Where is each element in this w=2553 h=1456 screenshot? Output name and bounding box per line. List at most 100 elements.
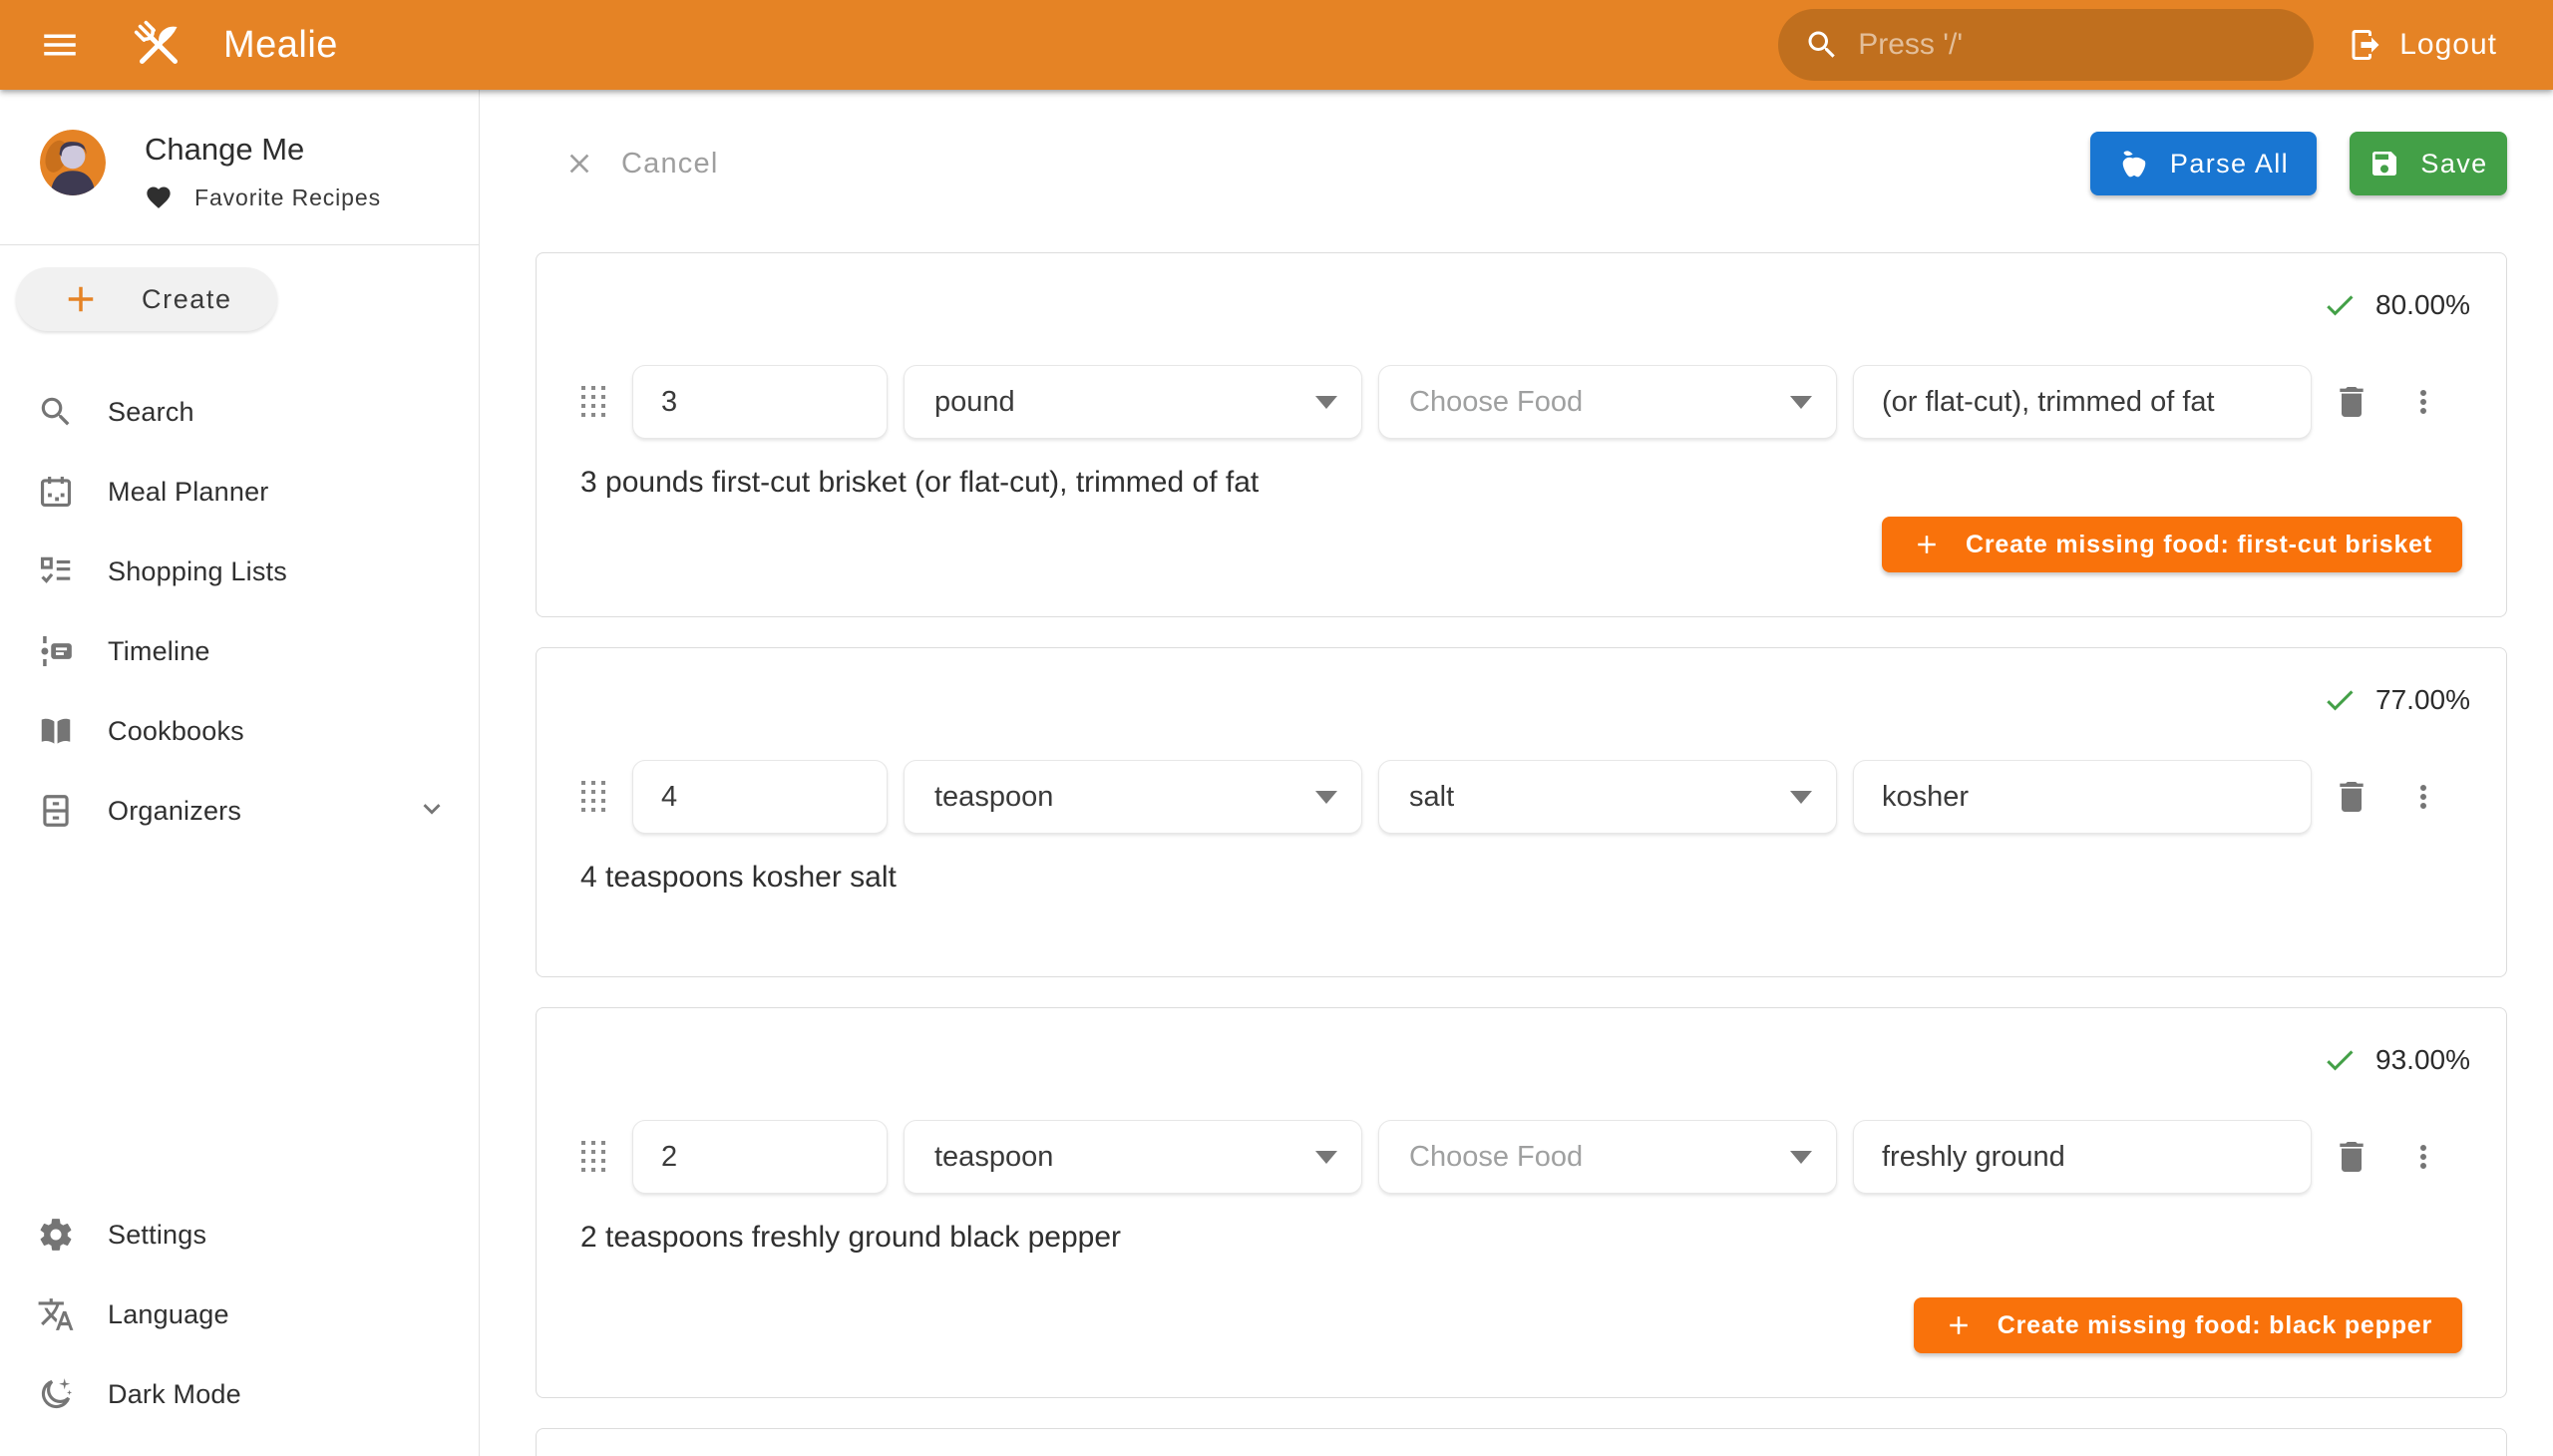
amount-input[interactable] xyxy=(632,365,888,439)
sidebar-item-settings[interactable]: Settings xyxy=(0,1195,479,1274)
food-placeholder: Choose Food xyxy=(1409,1141,1790,1174)
drag-handle-icon[interactable] xyxy=(580,385,606,419)
heart-icon xyxy=(145,183,173,211)
delete-button[interactable] xyxy=(2332,777,2371,817)
sidebar-item-label: Search xyxy=(108,397,194,428)
search-input[interactable]: Press '/' xyxy=(1778,9,2314,81)
drag-handle-icon[interactable] xyxy=(580,1140,606,1174)
search-placeholder: Press '/' xyxy=(1858,28,1963,62)
unit-select[interactable]: teaspoon xyxy=(904,760,1362,834)
sidebar-item-cookbooks[interactable]: Cookbooks xyxy=(0,691,479,771)
plus-icon xyxy=(1944,1310,1974,1340)
avatar xyxy=(40,130,106,195)
sidebar-item-meal-planner[interactable]: Meal Planner xyxy=(0,452,479,532)
ingredient-card: 93.00% teaspoon Choose Food xyxy=(536,1007,2507,1398)
parse-all-button[interactable]: Parse All xyxy=(2090,132,2317,195)
ingredient-card: 80.00% pound Choose Food xyxy=(536,252,2507,617)
save-label: Save xyxy=(2420,149,2487,180)
confidence-value: 93.00% xyxy=(2375,1044,2470,1076)
favorites-label: Favorite Recipes xyxy=(194,184,381,211)
create-missing-food-label: Create missing food: first-cut brisket xyxy=(1966,531,2432,559)
cancel-button[interactable]: Cancel xyxy=(563,148,718,181)
parser-toolbar: Cancel Parse All Save xyxy=(480,132,2553,195)
ingredient-list: 80.00% pound Choose Food xyxy=(536,252,2507,1456)
caret-down-icon xyxy=(1790,791,1812,804)
kebab-icon xyxy=(2405,779,2441,815)
create-button[interactable]: Create xyxy=(16,267,277,331)
sidebar-item-label: Meal Planner xyxy=(108,477,269,508)
caret-down-icon xyxy=(1315,396,1337,409)
sidebar-item-organizers[interactable]: Organizers xyxy=(0,771,479,851)
sidebar-item-label: Organizers xyxy=(108,796,241,827)
user-block[interactable]: Change Me Favorite Recipes xyxy=(0,90,479,211)
delete-button[interactable] xyxy=(2332,1137,2371,1177)
user-meta: Change Me Favorite Recipes xyxy=(145,130,381,211)
create-missing-food-label: Create missing food: black pepper xyxy=(1998,1311,2432,1340)
more-options-button[interactable] xyxy=(2405,779,2441,815)
food-select[interactable]: Choose Food xyxy=(1378,1120,1837,1194)
ingredient-card-partial xyxy=(536,1428,2507,1456)
unit-value: pound xyxy=(934,386,1315,419)
drag-handle-icon[interactable] xyxy=(580,780,606,814)
menu-icon[interactable] xyxy=(36,21,84,69)
sidebar-item-shopping-lists[interactable]: Shopping Lists xyxy=(0,532,479,611)
note-input[interactable] xyxy=(1853,1120,2312,1194)
check-icon xyxy=(2322,1042,2358,1078)
food-select[interactable]: salt xyxy=(1378,760,1837,834)
unit-select[interactable]: pound xyxy=(904,365,1362,439)
close-icon xyxy=(563,148,595,180)
sidebar-item-timeline[interactable]: Timeline xyxy=(0,611,479,691)
cabinet-icon xyxy=(37,792,75,830)
note-input[interactable] xyxy=(1853,365,2312,439)
food-select[interactable]: Choose Food xyxy=(1378,365,1837,439)
sidebar-item-label: Timeline xyxy=(108,636,210,667)
sidebar-item-dark-mode[interactable]: Dark Mode xyxy=(0,1354,479,1434)
amount-input[interactable] xyxy=(632,760,888,834)
create-missing-food-button[interactable]: Create missing food: first-cut brisket xyxy=(1882,517,2462,572)
timeline-icon xyxy=(37,632,75,670)
sidebar-item-language[interactable]: Language xyxy=(0,1274,479,1354)
create-missing-food-button[interactable]: Create missing food: black pepper xyxy=(1914,1297,2462,1353)
trash-icon xyxy=(2332,1137,2371,1177)
app-bar: Mealie Press '/' Logout xyxy=(0,0,2553,90)
trash-icon xyxy=(2332,382,2371,422)
unit-value: teaspoon xyxy=(934,1141,1315,1174)
gear-icon xyxy=(37,1216,75,1254)
original-ingredient-text: 2 teaspoons freshly ground black pepper xyxy=(580,1221,2462,1255)
plus-icon xyxy=(1912,530,1942,559)
sidebar-item-label: Dark Mode xyxy=(108,1379,241,1410)
cancel-label: Cancel xyxy=(621,148,718,181)
original-ingredient-text: 3 pounds first-cut brisket (or flat-cut)… xyxy=(580,466,2462,500)
original-ingredient-text: 4 teaspoons kosher salt xyxy=(580,861,2462,895)
parse-all-label: Parse All xyxy=(2170,149,2289,180)
save-button[interactable]: Save xyxy=(2350,132,2507,195)
favorite-recipes-link[interactable]: Favorite Recipes xyxy=(145,183,381,211)
amount-input[interactable] xyxy=(632,1120,888,1194)
sidebar-nav: Search Meal Planner Shoppin xyxy=(0,372,479,851)
sidebar: Change Me Favorite Recipes Create Search xyxy=(0,90,480,1456)
app-title: Mealie xyxy=(223,24,338,67)
sidebar-item-label: Language xyxy=(108,1299,229,1330)
unit-value: teaspoon xyxy=(934,781,1315,814)
confidence-value: 80.00% xyxy=(2375,289,2470,321)
confidence-value: 77.00% xyxy=(2375,684,2470,716)
more-options-button[interactable] xyxy=(2405,1139,2441,1175)
logout-icon xyxy=(2348,27,2383,63)
create-label: Create xyxy=(142,284,232,315)
delete-button[interactable] xyxy=(2332,382,2371,422)
logout-button[interactable]: Logout xyxy=(2342,17,2503,73)
more-options-button[interactable] xyxy=(2405,384,2441,420)
kebab-icon xyxy=(2405,384,2441,420)
caret-down-icon xyxy=(1315,1151,1337,1164)
logout-label: Logout xyxy=(2399,28,2497,62)
confidence-row: 93.00% xyxy=(580,1040,2470,1080)
food-placeholder: Choose Food xyxy=(1409,386,1790,419)
check-icon xyxy=(2322,682,2358,718)
note-input[interactable] xyxy=(1853,760,2312,834)
confidence-row: 80.00% xyxy=(580,285,2470,325)
sidebar-item-label: Shopping Lists xyxy=(108,556,287,587)
unit-select[interactable]: teaspoon xyxy=(904,1120,1362,1194)
sidebar-item-search[interactable]: Search xyxy=(0,372,479,452)
sidebar-item-label: Settings xyxy=(108,1220,206,1251)
mealie-logo-icon[interactable] xyxy=(126,12,191,78)
